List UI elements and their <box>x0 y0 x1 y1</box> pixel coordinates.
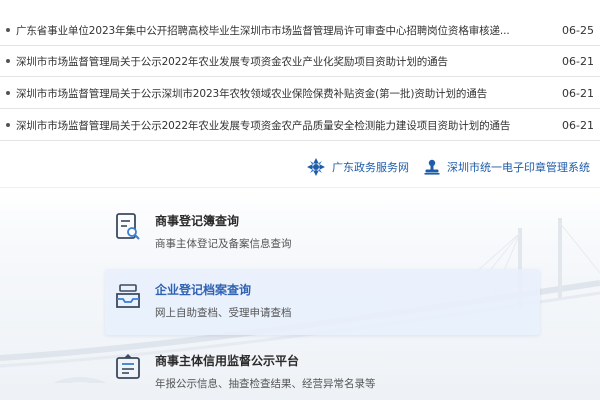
external-links: 广东政务服务网 深圳市统一电子印章管理系统 <box>306 157 590 177</box>
service-desc: 商事主体登记及备案信息查询 <box>155 238 292 250</box>
news-date: 06-21 <box>562 86 594 100</box>
bullet-icon <box>6 28 10 32</box>
service-desc: 网上自助查档、受理申请查档 <box>155 307 292 319</box>
service-desc: 年报公示信息、抽查检查结果、经营异常名录等 <box>155 378 376 390</box>
service-card-archive-query[interactable]: 企业登记档案查询 网上自助查档、受理申请查档 <box>105 269 540 335</box>
news-item[interactable]: 深圳市市场监督管理局关于公示深圳市2023年农牧领域农业保险保费补贴资金(第一批… <box>0 78 600 109</box>
services-section: 商事登记簿查询 商事主体登记及备案信息查询 企业登记档案查询 网上自助查档、受理… <box>0 187 600 400</box>
news-list: 广东省事业单位2023年集中公开招聘高校毕业生深圳市市场监督管理局许可审查中心招… <box>0 0 600 147</box>
news-item[interactable]: 深圳市市场监督管理局关于公示2022年农业发展专项资金农业产业化奖励项目资助计划… <box>0 46 600 77</box>
register-search-icon <box>115 212 141 242</box>
gd-gov-service-link[interactable]: 广东政务服务网 <box>306 157 409 177</box>
service-title: 商事主体信用监督公示平台 <box>155 354 300 368</box>
news-item[interactable]: 广东省事业单位2023年集中公开招聘高校毕业生深圳市市场监督管理局许可审查中心招… <box>0 15 600 46</box>
news-title[interactable]: 广东省事业单位2023年集中公开招聘高校毕业生深圳市市场监督管理局许可审查中心招… <box>16 23 550 38</box>
news-title[interactable]: 深圳市市场监督管理局关于公示2022年农业发展专项资金农产品质量安全检测能力建设… <box>16 118 550 133</box>
bullet-icon <box>6 91 10 95</box>
seal-system-label: 深圳市统一电子印章管理系统 <box>447 161 590 174</box>
news-title[interactable]: 深圳市市场监督管理局关于公示深圳市2023年农牧领域农业保险保费补贴资金(第一批… <box>16 86 550 101</box>
news-item[interactable]: 深圳市市场监督管理局关于公示2022年农业发展专项资金农产品质量安全检测能力建设… <box>0 110 600 141</box>
service-card-register-search[interactable]: 商事登记簿查询 商事主体登记及备案信息查询 <box>105 200 540 266</box>
archive-tray-icon <box>115 281 141 311</box>
credit-bulletin-icon <box>115 352 141 382</box>
seal-system-icon <box>423 158 441 176</box>
seal-system-link[interactable]: 深圳市统一电子印章管理系统 <box>423 158 590 176</box>
service-title: 企业登记档案查询 <box>155 283 252 297</box>
news-date: 06-21 <box>562 118 594 132</box>
news-date: 06-25 <box>562 23 594 37</box>
gd-gov-service-label: 广东政务服务网 <box>332 161 409 174</box>
news-date: 06-21 <box>562 54 594 68</box>
bullet-icon <box>6 123 10 127</box>
gd-gov-service-icon <box>306 157 326 177</box>
bullet-icon <box>6 59 10 63</box>
news-title[interactable]: 深圳市市场监督管理局关于公示2022年农业发展专项资金农业产业化奖励项目资助计划… <box>16 54 550 69</box>
service-card-credit-platform[interactable]: 商事主体信用监督公示平台 年报公示信息、抽查检查结果、经营异常名录等 <box>105 340 540 400</box>
service-title: 商事登记簿查询 <box>155 214 240 228</box>
